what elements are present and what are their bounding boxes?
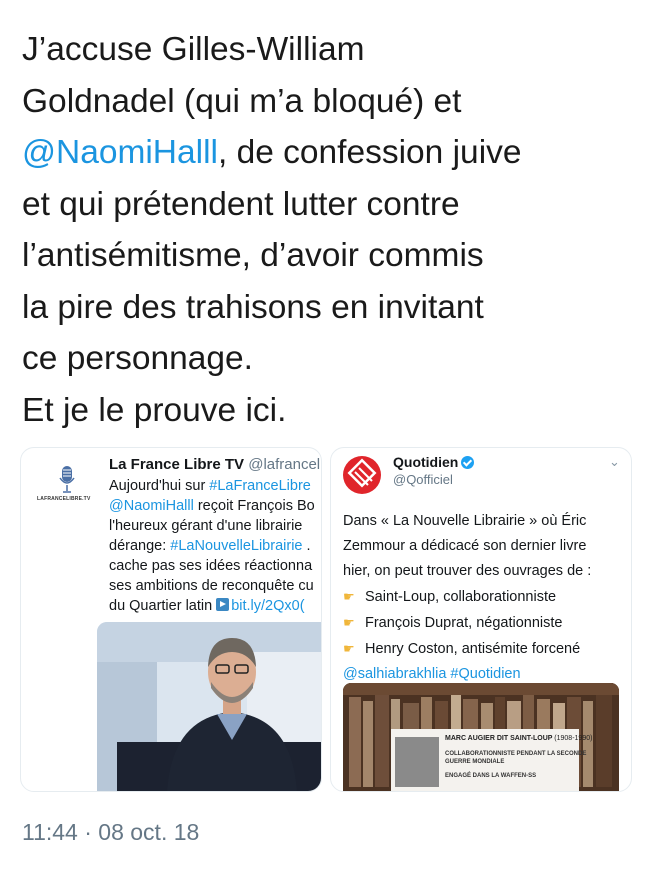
body-text: dérange: bbox=[109, 538, 171, 554]
body-line: du Quartier latin bit.ly/2Qx0( bbox=[109, 596, 321, 616]
card-line: COLLABORATIONNISTE PENDANT LA SECONDE bbox=[445, 751, 587, 757]
lafrancelibre-avatar: LAFRANCELIBRE.TV bbox=[33, 462, 101, 530]
pointing-hand-icon: ☛ bbox=[343, 615, 355, 630]
tweet-header: La France Libre TV @lafranceli bbox=[109, 456, 321, 473]
hashtag-link[interactable]: #LaFranceLibre bbox=[209, 478, 311, 494]
author-name[interactable]: La France Libre TV bbox=[109, 456, 244, 473]
tweet-line: l’antisémitisme, d’avoir commis bbox=[22, 237, 484, 274]
tweet-line: ce personnage. bbox=[22, 340, 253, 377]
body-line: Dans « La Nouvelle Librairie » où Éric bbox=[343, 513, 587, 529]
card-line: ENGAGÉ DANS LA WAFFEN-SS bbox=[445, 773, 537, 779]
body-line: hier, on peut trouver des ouvrages de : bbox=[343, 563, 592, 579]
studio-photo bbox=[97, 622, 321, 791]
body-line: l'heureux gérant d'une librairie bbox=[109, 518, 303, 534]
body-text: Saint-Loup, collaborationniste bbox=[365, 589, 557, 605]
media-image-right[interactable]: Quotidien @Qofficiel ⌄ Dans « La Nouvell… bbox=[330, 447, 632, 792]
body-text: du Quartier latin bbox=[109, 598, 217, 614]
tweet-line: et qui prétendent lutter contre bbox=[22, 185, 460, 223]
hashtag-link[interactable]: #Quotidien bbox=[450, 666, 520, 682]
tweet-line: Et je le prouve ici. bbox=[22, 391, 287, 429]
pointing-hand-icon: ☛ bbox=[343, 589, 355, 604]
body-text: reçoit François Bo bbox=[193, 498, 315, 514]
tweet-line: J’accuse Gilles-William bbox=[22, 31, 365, 68]
body-line: ☛ Saint-Loup, collaborationniste bbox=[343, 584, 629, 610]
body-line: Aujourd'hui sur #LaFranceLibre bbox=[109, 476, 321, 496]
author-handle[interactable]: @lafranceli bbox=[248, 456, 321, 473]
embedded-tweet-body: Dans « La Nouvelle Librairie » où Éric Z… bbox=[343, 509, 629, 687]
quotidien-avatar bbox=[343, 456, 381, 494]
body-text: Aujourd'hui sur bbox=[109, 478, 210, 494]
tweet-line-text: , de confession juive bbox=[217, 134, 522, 171]
tweet-line: Goldnadel (qui m’a bloqué) et bbox=[22, 82, 462, 120]
short-link[interactable]: bit.ly/2Qx0( bbox=[231, 598, 304, 614]
tweet-line: la pire des trahisons en invitant bbox=[22, 288, 484, 326]
tweet-text: J’accuse Gilles-William Goldnadel (qui m… bbox=[22, 24, 637, 436]
mention-link[interactable]: @NaomiHalll bbox=[22, 134, 218, 171]
body-line: cache pas ses idées réactionna bbox=[109, 558, 313, 574]
body-text: François Duprat, négationniste bbox=[365, 615, 563, 631]
media-image-left[interactable]: LAFRANCELIBRE.TV La France Libre TV @laf… bbox=[20, 447, 322, 792]
tweet-timestamp[interactable]: 11:44 · 08 oct. 18 bbox=[22, 819, 199, 846]
tweet-line: @NaomiHalll, de confession juive bbox=[22, 127, 637, 179]
body-line: ☛ François Duprat, négationniste bbox=[343, 610, 629, 636]
video-thumbnail[interactable] bbox=[97, 622, 321, 791]
body-text: Henry Coston, antisémite forcené bbox=[365, 641, 581, 657]
caption-card: MARC AUGIER DIT SAINT-LOUP (1908-1990) C… bbox=[391, 729, 592, 791]
body-line: @NaomiHalll reçoit François Bo bbox=[109, 496, 321, 516]
card-title: MARC AUGIER DIT SAINT-LOUP (1908-1990) bbox=[445, 735, 592, 742]
logo-text: LAFRANCELIBRE.TV bbox=[37, 496, 91, 502]
mention-link[interactable]: @NaomiHalll bbox=[109, 498, 194, 514]
bookshelf-photo[interactable]: MARC AUGIER DIT SAINT-LOUP (1908-1990) C… bbox=[343, 683, 619, 791]
author-name-text: Quotidien bbox=[393, 454, 459, 470]
chevron-down-icon[interactable]: ⌄ bbox=[609, 454, 620, 470]
body-text: . bbox=[302, 538, 311, 554]
portrait-photo bbox=[395, 737, 439, 787]
author-handle[interactable]: @Qofficiel bbox=[393, 472, 453, 487]
card-title-text: MARC AUGIER DIT SAINT-LOUP bbox=[445, 735, 553, 742]
author-name[interactable]: Quotidien bbox=[393, 454, 475, 470]
play-link-icon bbox=[216, 598, 230, 611]
card-line: GUERRE MONDIALE bbox=[445, 759, 505, 765]
quotidien-logo-icon bbox=[347, 458, 377, 488]
pointing-hand-icon: ☛ bbox=[343, 641, 355, 656]
body-line: Zemmour a dédicacé son dernier livre bbox=[343, 538, 587, 554]
mention-link[interactable]: @salhiabrakhlia bbox=[343, 666, 446, 682]
hashtag-link[interactable]: #LaNouvelleLibrairie bbox=[170, 538, 302, 554]
body-line: dérange: #LaNouvelleLibrairie . bbox=[109, 536, 321, 556]
card-years: (1908-1990) bbox=[554, 735, 593, 742]
microphone-icon bbox=[59, 466, 75, 493]
body-line: ses ambitions de reconquête cu bbox=[109, 578, 314, 594]
body-line: ☛ Henry Coston, antisémite forcené bbox=[343, 636, 629, 662]
verified-icon bbox=[461, 456, 475, 469]
embedded-tweet-body: Aujourd'hui sur #LaFranceLibre @NaomiHal… bbox=[109, 476, 321, 616]
